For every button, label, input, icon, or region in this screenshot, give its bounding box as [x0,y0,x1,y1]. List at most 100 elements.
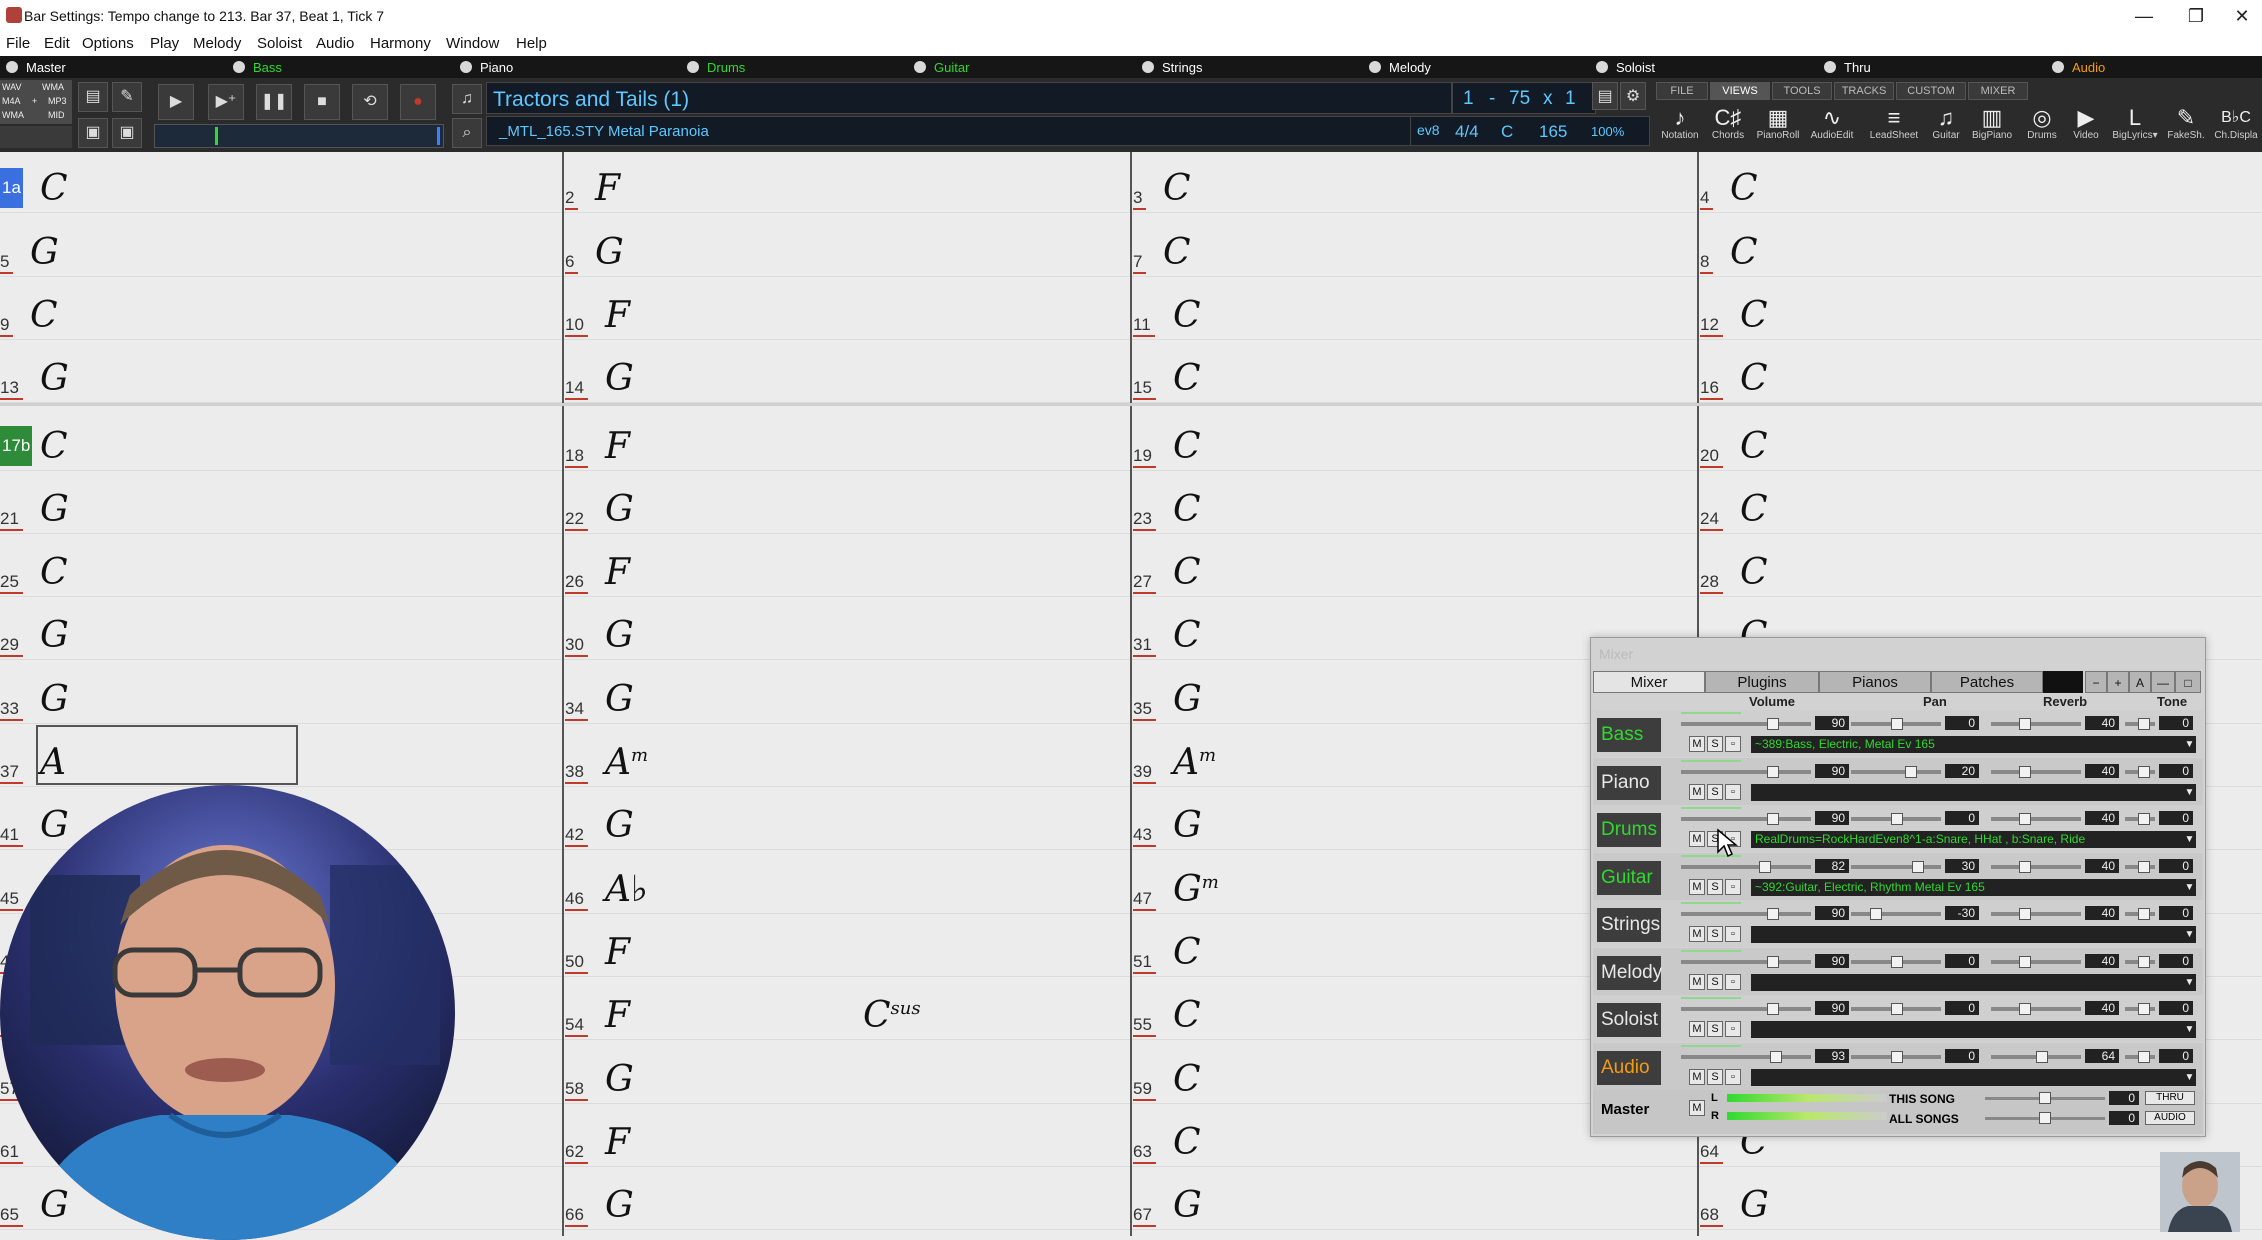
mute-button[interactable]: M [1689,973,1705,990]
chords-view-button[interactable]: C♯ Chords [1706,106,1750,150]
channel-name[interactable]: Melody [1597,955,1662,990]
play-button[interactable]: ▶ [158,84,194,120]
solo-button[interactable]: S [1707,1021,1723,1037]
reverb-slider[interactable] [1991,912,2081,916]
tone-slider-knob[interactable] [2138,718,2150,730]
chevron-down-icon[interactable]: ▼ [2183,831,2196,848]
tone-value[interactable]: 0 [2159,858,2193,873]
this-song-value[interactable]: 0 [2109,1091,2139,1105]
reverb-value[interactable]: 40 [2085,906,2119,920]
lock-button[interactable]: ▤ [1592,82,1618,110]
solo-button[interactable]: S [1707,926,1723,942]
this-song-knob[interactable] [2039,1092,2051,1104]
tone-slider-knob[interactable] [2138,765,2150,778]
song-params-display[interactable]: ev8 4/4 C 165 100% [1410,116,1650,146]
mixer-tab-plugins[interactable]: Plugins [1705,671,1819,693]
chevron-down-icon[interactable]: ▼ [2183,926,2196,943]
reverb-value[interactable]: 40 [2085,858,2119,873]
tone-slider-knob[interactable] [2138,1050,2150,1063]
notation-view-button[interactable]: ♪ Notation [1658,106,1702,150]
pan-value[interactable]: 0 [1945,1048,1979,1063]
volume-slider[interactable] [1681,1054,1811,1059]
freeze-button[interactable]: ▫ [1725,783,1741,800]
tone-value[interactable]: 0 [2159,953,2193,968]
reverb-slider-knob[interactable] [2036,1050,2048,1063]
reverb-slider[interactable] [1991,959,2081,964]
all-songs-knob[interactable] [2039,1112,2051,1124]
mixer-tab-mixer[interactable]: Mixer [1593,671,1705,693]
volume-value[interactable]: 90 [1815,763,1849,778]
freeze-button[interactable]: ▫ [1725,1068,1741,1085]
close-button[interactable]: ✕ [2222,0,2262,32]
patch-selector[interactable] [1751,1068,2196,1086]
reverb-slider-knob[interactable] [2019,765,2031,778]
tab-file[interactable]: FILE [1656,82,1708,100]
track-master[interactable]: Master [6,58,66,76]
pan-value[interactable]: 30 [1945,858,1979,873]
track-piano[interactable]: Piano [460,58,513,76]
selected-bar-box[interactable] [36,725,298,785]
reverb-slider[interactable] [1991,817,2081,821]
menu-audio[interactable]: Audio [316,35,354,52]
chord-display-view-button[interactable]: B♭C Ch.Displa [2210,106,2262,150]
tone-slider-knob[interactable] [2138,955,2150,968]
channel-name[interactable]: Guitar [1597,860,1661,895]
fakesheet-view-button[interactable]: ✎ FakeSh. [2164,106,2208,150]
pan-slider-knob[interactable] [1891,955,1903,968]
pan-slider-knob[interactable] [1891,1003,1903,1015]
thru-button[interactable]: THRU [2145,1091,2195,1105]
song-title-display[interactable]: Tractors and Tails (1) [486,82,1452,114]
loop-button[interactable]: ⟲ [352,84,388,120]
pan-slider-knob[interactable] [1891,718,1903,730]
volume-value[interactable]: 90 [1815,716,1849,730]
solo-button[interactable]: S [1707,878,1723,895]
reverb-slider[interactable] [1991,864,2081,869]
guitar-view-button[interactable]: ♫ Guitar [1924,106,1968,150]
volume-slider-knob[interactable] [1767,718,1779,730]
volume-slider-knob[interactable] [1767,813,1779,825]
pan-slider-knob[interactable] [1891,1050,1903,1063]
reverb-value[interactable]: 40 [2085,811,2119,825]
menu-soloist[interactable]: Soloist [257,35,302,52]
tone-value[interactable]: 0 [2159,716,2193,730]
reverb-slider[interactable] [1991,1007,2081,1011]
pianoroll-view-button[interactable]: ▦ PianoRoll [1756,106,1800,150]
tab-views[interactable]: VIEWS [1710,82,1770,100]
volume-value[interactable]: 90 [1815,953,1849,968]
mixer-minus-button[interactable]: − [2085,671,2107,693]
chevron-down-icon[interactable]: ▼ [2183,736,2196,753]
tone-value[interactable]: 0 [2159,1048,2193,1063]
mini-controls[interactable] [0,126,72,148]
tone-slider-knob[interactable] [2138,1003,2150,1015]
menu-melody[interactable]: Melody [193,35,241,52]
pan-slider-knob[interactable] [1912,860,1924,873]
chevron-down-icon[interactable]: ▼ [2183,784,2196,801]
reverb-value[interactable]: 64 [2085,1048,2119,1063]
save-as-button[interactable]: ▣ [112,118,142,148]
volume-value[interactable]: 90 [1815,1001,1849,1015]
volume-slider[interactable] [1681,817,1811,821]
patch-selector[interactable] [1751,926,2196,943]
menu-edit[interactable]: Edit [44,35,70,52]
reverb-slider[interactable] [1991,722,2081,726]
pan-value[interactable]: 0 [1945,716,1979,730]
mixer-a-button[interactable]: A [2129,671,2151,693]
track-bass[interactable]: Bass [233,58,282,76]
channel-name[interactable]: Audio [1597,1050,1661,1085]
volume-slider[interactable] [1681,1007,1811,1011]
tab-custom[interactable]: CUSTOM [1896,82,1966,100]
play-from-button[interactable]: ▶⁺ [208,84,244,120]
settings-gear-icon[interactable]: ⚙ [1620,82,1646,110]
mute-button[interactable]: M [1689,1068,1705,1085]
pan-slider[interactable] [1851,912,1941,916]
reverb-slider-knob[interactable] [2019,1003,2031,1015]
patch-selector[interactable] [1751,973,2196,991]
volume-slider-knob[interactable] [1770,1050,1782,1063]
channel-name[interactable]: Piano [1597,765,1661,800]
pan-value[interactable]: 0 [1945,811,1979,825]
pan-value[interactable]: -30 [1945,906,1979,920]
reverb-value[interactable]: 40 [2085,953,2119,968]
volume-slider[interactable] [1681,769,1811,774]
pan-slider[interactable] [1851,769,1941,774]
reverb-slider-knob[interactable] [2019,718,2031,730]
